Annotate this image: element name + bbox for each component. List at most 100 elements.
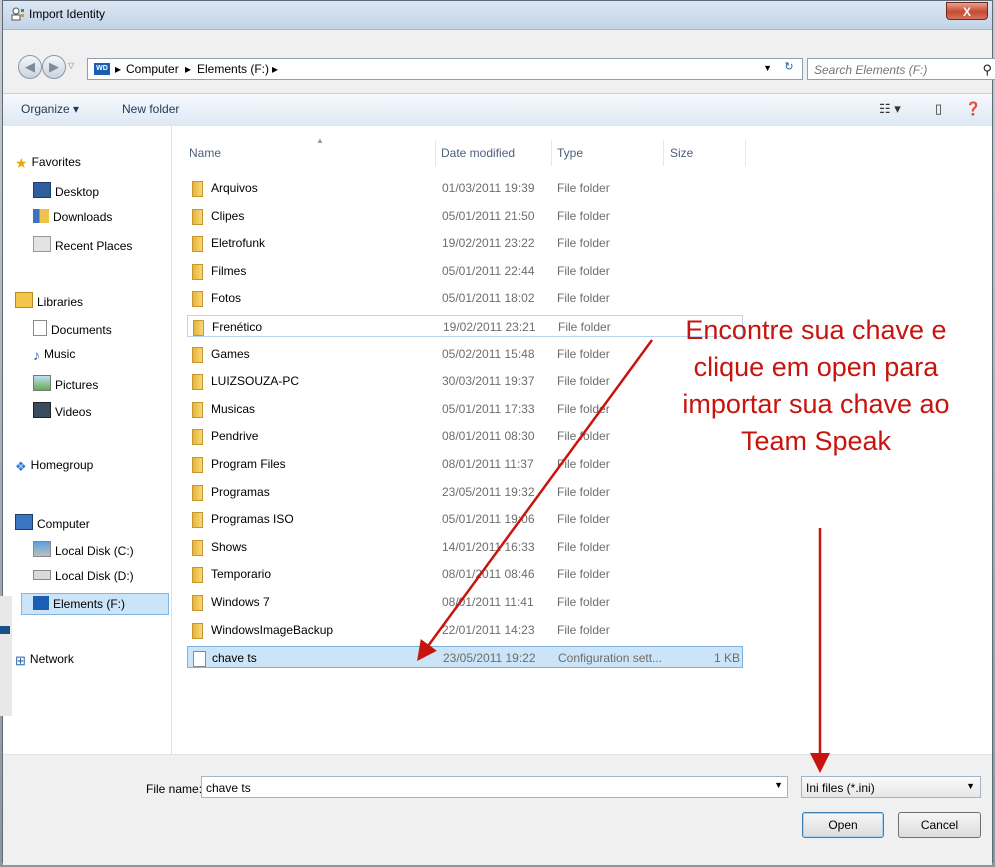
search-input[interactable]: [812, 61, 976, 79]
folder-icon: [192, 181, 203, 197]
file-row[interactable]: Arquivos 01/03/2011 19:39 File folder: [187, 177, 743, 199]
breadcrumb-elements[interactable]: Elements (F:): [197, 62, 269, 76]
new-folder-button[interactable]: New folder: [122, 102, 179, 116]
folder-icon: [192, 484, 203, 501]
column-header-date-modified[interactable]: Date modified: [441, 146, 515, 160]
navigation-pane: ★ Favorites Desktop Downloads Recent Plac…: [3, 126, 172, 754]
file-type: File folder: [557, 181, 610, 195]
file-date: 19/02/2011 23:21: [443, 320, 536, 334]
forward-button[interactable]: ▶: [42, 55, 66, 79]
column-divider[interactable]: [435, 140, 436, 166]
file-row[interactable]: Programas ISO 05/01/2011 19:06 File folder: [187, 508, 743, 530]
chevron-down-icon[interactable]: ▼: [774, 780, 783, 790]
nav-computer[interactable]: Computer: [15, 514, 90, 531]
search-box[interactable]: ⚲: [807, 58, 995, 80]
file-date: 08/01/2011 11:41: [442, 595, 534, 609]
annotation-line: importar sua chave ao: [682, 389, 950, 419]
folder-icon: [192, 512, 203, 529]
file-name: Filmes: [211, 263, 247, 278]
column-header-type[interactable]: Type: [557, 146, 583, 160]
file-row[interactable]: WindowsImageBackup 22/01/2011 14:23 File f…: [187, 619, 743, 641]
file-type: File folder: [557, 374, 610, 389]
file-date: 23/05/2011 19:32: [442, 484, 535, 499]
search-icon[interactable]: ⚲: [982, 62, 992, 78]
nav-item-music[interactable]: ♪ Music: [33, 347, 75, 363]
file-name: Fotos: [211, 291, 242, 306]
file-date: 08/01/2011 08:30: [442, 429, 535, 444]
folder-icon: [192, 595, 203, 611]
folder-icon: [192, 429, 203, 446]
file-name: Programas: [211, 484, 270, 499]
help-icon[interactable]: ❓: [965, 101, 981, 117]
open-button[interactable]: Open: [802, 812, 884, 838]
wd-drive-icon: [33, 596, 49, 610]
nav-libraries[interactable]: Libraries: [15, 292, 83, 309]
nav-homegroup[interactable]: ❖ Homegroup: [15, 458, 93, 474]
nav-item-elements-f[interactable]: Elements (F:): [33, 596, 125, 611]
refresh-icon[interactable]: ↻: [780, 60, 798, 76]
nav-network[interactable]: ⊞ Network: [15, 652, 74, 668]
file-name: Frenético: [212, 320, 263, 334]
nav-item-local-disk-d[interactable]: Local Disk (D:): [33, 569, 134, 583]
file-row[interactable]: Filmes 05/01/2011 22:44 File folder: [187, 260, 743, 282]
chevron-down-icon[interactable]: ▼: [966, 781, 975, 791]
file-type: File folder: [558, 320, 611, 334]
file-name: Temporario: [211, 567, 272, 582]
file-type: File folder: [557, 567, 610, 582]
file-row[interactable]: Windows 7 08/01/2011 11:41 File folder: [187, 591, 743, 613]
background-window-fragment: [0, 596, 12, 716]
column-divider[interactable]: [551, 140, 552, 166]
column-header-name[interactable]: Name: [189, 146, 221, 160]
preview-pane-icon[interactable]: ▯: [935, 101, 942, 117]
network-icon: ⊞: [15, 653, 26, 668]
window-title: Import Identity: [29, 7, 106, 21]
nav-item-downloads[interactable]: Downloads: [33, 209, 112, 224]
nav-favorites[interactable]: ★ Favorites: [15, 155, 81, 171]
nav-item-documents[interactable]: Documents: [33, 320, 112, 337]
nav-item-pictures[interactable]: Pictures: [33, 375, 98, 392]
nav-item-recent-places[interactable]: Recent Places: [33, 236, 132, 253]
organize-menu[interactable]: Organize ▾: [21, 102, 79, 116]
recent-places-icon: [33, 236, 51, 252]
cancel-button[interactable]: Cancel: [898, 812, 981, 838]
title-bar[interactable]: Import Identity X: [3, 1, 992, 30]
file-row[interactable]: Fotos 05/01/2011 18:02 File folder: [187, 287, 743, 309]
file-row[interactable]: Clipes 05/01/2011 21:50 File folder: [187, 205, 743, 227]
close-button[interactable]: X: [946, 2, 988, 20]
breadcrumb-separator[interactable]: ▸: [115, 62, 121, 76]
file-row[interactable]: Temporario 08/01/2011 08:46 File folder: [187, 563, 743, 585]
column-header-size[interactable]: Size: [670, 146, 693, 160]
address-dropdown-icon[interactable]: ▼: [763, 63, 772, 73]
breadcrumb-separator[interactable]: ▸: [272, 62, 278, 76]
file-name-label: File name:: [146, 782, 203, 796]
file-row[interactable]: Programas 23/05/2011 19:32 File folder: [187, 481, 743, 503]
file-name-value: chave ts: [206, 781, 251, 795]
file-name: LUIZSOUZA-PC: [211, 374, 300, 389]
column-divider[interactable]: [745, 140, 746, 166]
address-bar[interactable]: WD ▸ Computer ▸ Elements (F:) ▸ ▼ ↻: [87, 58, 803, 80]
folder-icon: [193, 320, 204, 336]
nav-item-local-disk-c[interactable]: Local Disk (C:): [33, 541, 134, 558]
breadcrumb-separator[interactable]: ▸: [185, 62, 191, 76]
column-divider[interactable]: [663, 140, 664, 166]
desktop-icon: [33, 182, 51, 198]
recent-pages-dropdown-icon[interactable]: ▽: [68, 61, 74, 70]
footer-bar: File name: chave ts ▼ Ini files (*.ini) …: [3, 754, 992, 865]
computer-icon: [15, 514, 33, 530]
file-type: File folder: [557, 208, 610, 223]
file-name-input[interactable]: chave ts ▼: [201, 776, 788, 798]
file-size: 1 KB: [713, 651, 740, 666]
nav-item-desktop[interactable]: Desktop: [33, 182, 99, 199]
nav-item-videos[interactable]: Videos: [33, 402, 91, 419]
file-name: Games: [211, 346, 250, 361]
file-row[interactable]: Shows 14/01/2011 16:33 File folder: [187, 536, 743, 558]
view-options-icon[interactable]: ☷ ▾: [879, 101, 901, 117]
file-row[interactable]: Eletrofunk 19/02/2011 23:22 File folder: [187, 232, 743, 254]
file-type-value: Ini files (*.ini): [806, 781, 875, 795]
file-row[interactable]: chave ts 23/05/2011 19:22 Configuration se…: [187, 646, 743, 669]
back-button[interactable]: ◀: [18, 55, 42, 79]
file-date: 22/01/2011 14:23: [442, 622, 535, 637]
breadcrumb-computer[interactable]: Computer: [126, 62, 179, 76]
file-type-select[interactable]: Ini files (*.ini) ▼: [801, 776, 981, 798]
file-date: 14/01/2011 16:33: [442, 539, 535, 554]
